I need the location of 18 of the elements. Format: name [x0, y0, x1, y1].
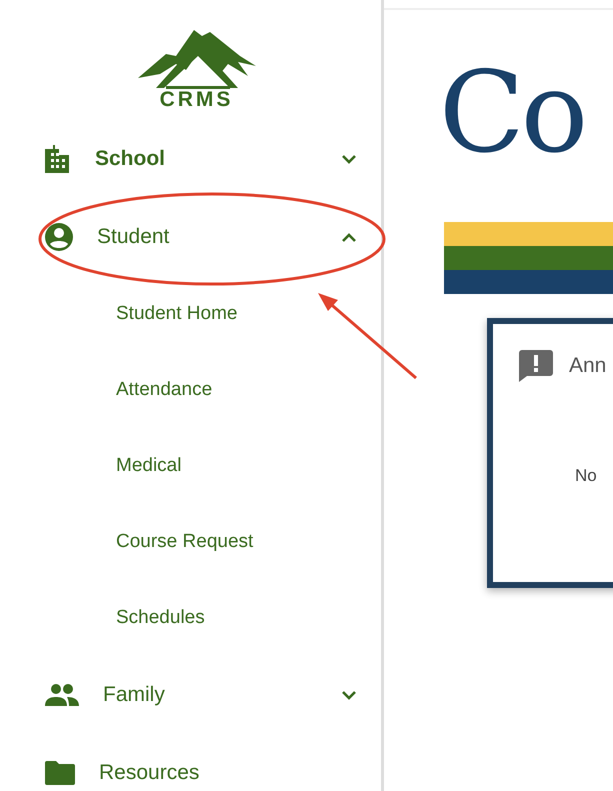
nav-item[interactable]: Family: [0, 656, 381, 734]
building-icon: [45, 145, 71, 173]
account-circle-icon: [45, 223, 73, 251]
folder-icon: [45, 761, 75, 785]
nav-subitem[interactable]: Schedules: [0, 580, 381, 656]
card-message: No: [575, 466, 598, 486]
nav-subitem[interactable]: Attendance: [0, 352, 381, 428]
nav-item[interactable]: Student: [0, 198, 381, 276]
page-title: Co: [439, 48, 586, 178]
card-title: Ann: [569, 354, 606, 378]
nav-item[interactable]: School: [0, 120, 381, 198]
logo-text: CRMS: [160, 88, 234, 112]
nav-subitem[interactable]: Medical: [0, 428, 381, 504]
alert-message-icon: [519, 350, 553, 382]
nav-subitem[interactable]: Course Request: [0, 504, 381, 580]
nav-item[interactable]: Resources: [0, 734, 381, 791]
people-icon: [45, 684, 79, 706]
nav-subitem[interactable]: Student Home: [0, 276, 381, 352]
